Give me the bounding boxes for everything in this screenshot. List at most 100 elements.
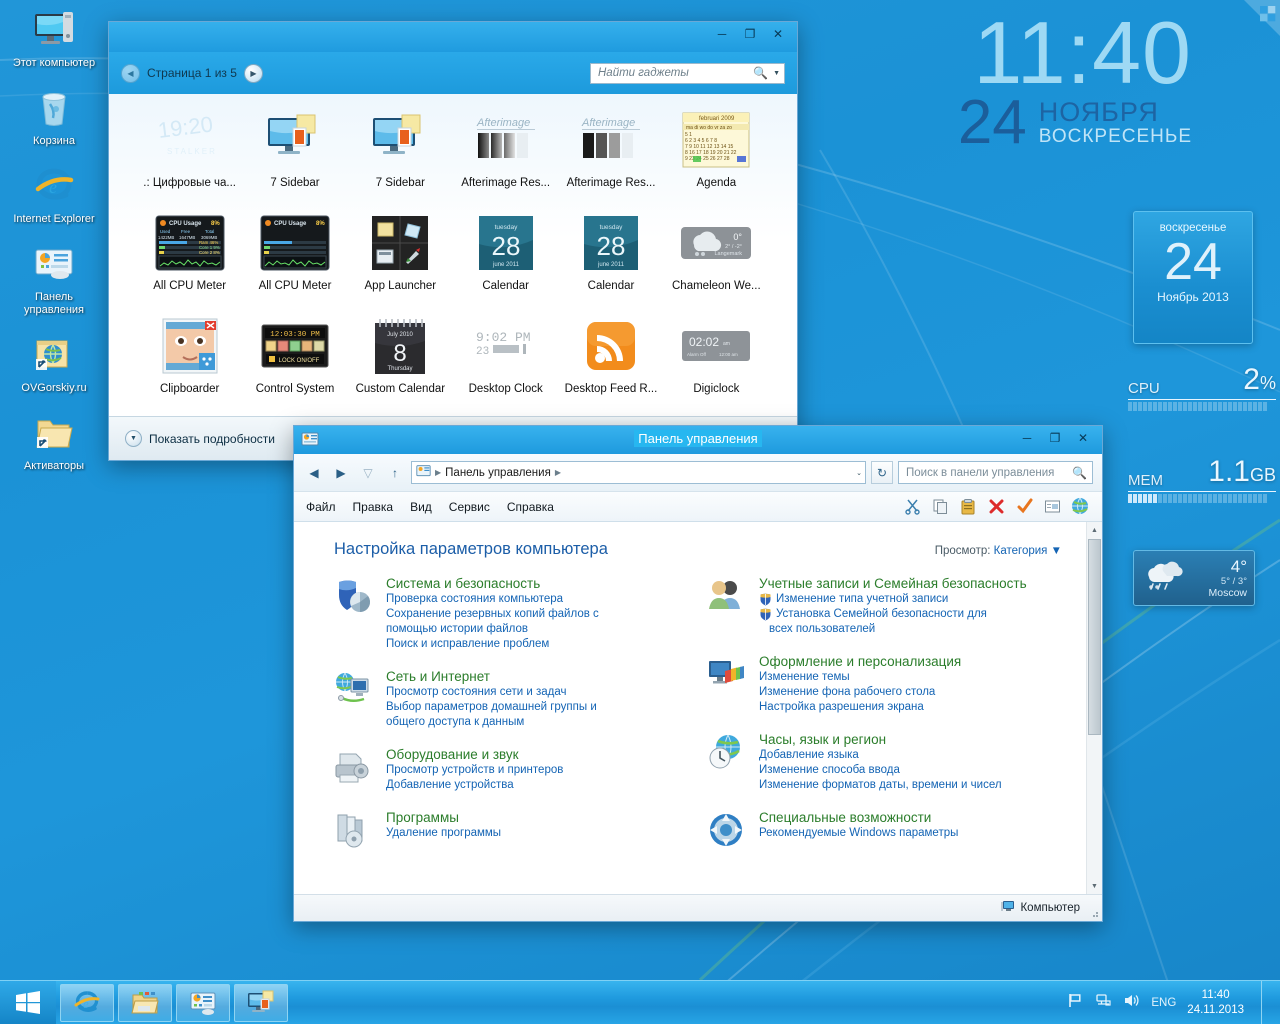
gadget-item[interactable]: Desktop Feed R...: [560, 314, 661, 417]
delete-icon[interactable]: [986, 497, 1006, 517]
gadget-item[interactable]: 7 Sidebar: [350, 108, 451, 211]
category-link[interactable]: Изменение фона рабочего стола: [759, 685, 961, 700]
category-title[interactable]: Система и безопасность: [386, 575, 599, 592]
cpu-meter-gadget[interactable]: CPU 2%: [1128, 366, 1276, 411]
breadcrumb-item[interactable]: Панель управления: [445, 467, 551, 479]
gadget-item[interactable]: 7 Sidebar: [244, 108, 345, 211]
taskbar-clock[interactable]: 11:40 24.11.2013: [1187, 988, 1244, 1018]
category-link[interactable]: Добавление устройства: [386, 778, 563, 793]
chevron-down-icon[interactable]: ▼: [773, 70, 780, 77]
gadget-item[interactable]: 12:03:30 PM LOCK ON/OFF Control S: [244, 314, 345, 417]
refresh-button[interactable]: ↻: [871, 461, 893, 484]
address-dropdown-icon[interactable]: ⌄: [856, 469, 862, 477]
minimize-button[interactable]: ─: [1014, 428, 1040, 448]
category-link[interactable]: всех пользователей: [759, 622, 1027, 637]
category-link[interactable]: Выбор параметров домашней группы и: [386, 700, 597, 715]
desktop-icon-recycle-bin[interactable]: Корзина: [4, 84, 104, 148]
category-title[interactable]: Часы, язык и регион: [759, 731, 1002, 748]
menu-item-view[interactable]: Вид: [410, 500, 432, 514]
menu-item-tools[interactable]: Сервис: [449, 500, 490, 514]
gadget-item[interactable]: 0° 2° / -2° Langemark Chameleon We...: [666, 211, 767, 314]
language-indicator[interactable]: ENG: [1151, 997, 1176, 1009]
category-link[interactable]: Проверка состояния компьютера: [386, 592, 599, 607]
category-link[interactable]: помощью истории файлов: [386, 622, 599, 637]
taskbar-explorer[interactable]: [118, 984, 172, 1022]
category-link[interactable]: Добавление языка: [759, 748, 1002, 763]
start-button[interactable]: [0, 981, 56, 1024]
category-title[interactable]: Специальные возможности: [759, 809, 958, 826]
gadget-item[interactable]: Afterimage Afterimage Res...: [455, 108, 556, 211]
category-link[interactable]: Изменение способа ввода: [759, 763, 1002, 778]
gadget-item[interactable]: februari 2009 ma di wo do vr za zo 5 1 6…: [666, 108, 767, 211]
mem-meter-gadget[interactable]: MEM 1.1GB: [1128, 458, 1276, 503]
gadget-item[interactable]: Clipboarder: [139, 314, 240, 417]
chevron-down-icon[interactable]: ▼: [1051, 545, 1062, 557]
category-link[interactable]: Изменение типа учетной записи: [759, 592, 1027, 607]
control-panel-titlebar[interactable]: Панель управления ─ ❐ ✕: [294, 426, 1102, 454]
category-title[interactable]: Программы: [386, 809, 501, 826]
menu-item-file[interactable]: Файл: [306, 500, 336, 514]
category-title[interactable]: Учетные записи и Семейная безопасность: [759, 575, 1027, 592]
taskbar-internet-explorer[interactable]: e: [60, 984, 114, 1022]
category-link[interactable]: Рекомендуемые Windows параметры: [759, 826, 958, 841]
resize-grip[interactable]: [1088, 907, 1099, 918]
category-title[interactable]: Оборудование и звук: [386, 746, 563, 763]
category-link[interactable]: Изменение форматов даты, времени и чисел: [759, 778, 1002, 793]
menu-item-edit[interactable]: Правка: [353, 500, 394, 514]
show-desktop-button[interactable]: [1261, 981, 1270, 1024]
desktop-icon-activators[interactable]: Активаторы: [4, 409, 104, 473]
show-details-label[interactable]: Показать подробности: [149, 432, 275, 446]
gadget-item[interactable]: CPU Usage 8% All CPU Meter: [244, 211, 345, 314]
gadget-item[interactable]: 02:02 am Alarm Off 12:00 am Digiclock: [666, 314, 767, 417]
desktop-icon-control-panel[interactable]: Панель управления: [4, 240, 104, 317]
desktop-icon-internet-explorer[interactable]: e Internet Explorer: [4, 162, 104, 226]
breadcrumb-separator[interactable]: ▶: [555, 468, 561, 477]
category-link[interactable]: Просмотр устройств и принтеров: [386, 763, 563, 778]
gadget-item[interactable]: 9:02 PM 23 Desktop Clock: [455, 314, 556, 417]
category-link[interactable]: общего доступа к данным: [386, 715, 597, 730]
gadget-item[interactable]: July 2010 8 Thursday Custom Calendar: [350, 314, 451, 417]
close-button[interactable]: ✕: [1070, 428, 1096, 448]
scroll-up-button[interactable]: ▲: [1087, 522, 1102, 538]
control-panel-window[interactable]: Панель управления ─ ❐ ✕ ◀ ▶ ▽ ↑: [293, 425, 1103, 922]
paste-icon[interactable]: [958, 497, 978, 517]
calendar-gadget[interactable]: воскресенье 24 Ноябрь 2013: [1133, 211, 1253, 344]
view-value[interactable]: Категория: [994, 545, 1048, 557]
recent-pages-button[interactable]: ▽: [357, 462, 379, 484]
maximize-button[interactable]: ❐: [737, 24, 763, 44]
next-page-button[interactable]: ▶: [244, 64, 263, 83]
control-panel-search-input[interactable]: Поиск в панели управления 🔍: [898, 461, 1093, 484]
category-link[interactable]: Установка Семейной безопасности для: [759, 607, 1027, 622]
gadget-item[interactable]: Afterimage Afterimage Res...: [560, 108, 661, 211]
desktop-icon-this-computer[interactable]: Этот компьютер: [4, 6, 104, 70]
gadget-item[interactable]: App Launcher: [350, 211, 451, 314]
gadget-gallery-window[interactable]: ─ ❐ ✕ ◀ Страница 1 из 5 ▶ Найти гаджеты …: [108, 21, 798, 461]
category-link[interactable]: Поиск и исправление проблем: [386, 637, 599, 652]
gadget-item[interactable]: 19:20 STALKER .: Цифровые ча...: [139, 108, 240, 211]
scroll-down-button[interactable]: ▼: [1087, 878, 1102, 894]
gadget-gallery-titlebar[interactable]: ─ ❐ ✕: [109, 22, 797, 52]
maximize-button[interactable]: ❐: [1042, 428, 1068, 448]
copy-icon[interactable]: [930, 497, 950, 517]
flag-icon[interactable]: [1067, 992, 1084, 1014]
volume-icon[interactable]: [1123, 992, 1140, 1014]
category-link[interactable]: Изменение темы: [759, 670, 961, 685]
gadget-item[interactable]: tuesday 28 june 2011 Calendar: [560, 211, 661, 314]
up-button[interactable]: ↑: [384, 462, 406, 484]
category-link[interactable]: Настройка разрешения экрана: [759, 700, 961, 715]
category-link[interactable]: Просмотр состояния сети и задач: [386, 685, 597, 700]
address-bar[interactable]: ▶ Панель управления ▶ ⌄: [411, 461, 866, 484]
network-icon[interactable]: [1095, 992, 1112, 1014]
rename-icon[interactable]: [1042, 497, 1062, 517]
menu-item-help[interactable]: Справка: [507, 500, 554, 514]
gadget-item[interactable]: CPU Usage 8% UsedFreeTotal 1422MB1647MB3…: [139, 211, 240, 314]
close-button[interactable]: ✕: [765, 24, 791, 44]
taskbar-control-panel[interactable]: [176, 984, 230, 1022]
category-link[interactable]: Удаление программы: [386, 826, 501, 841]
category-title[interactable]: Оформление и персонализация: [759, 653, 961, 670]
back-button[interactable]: ◀: [303, 462, 325, 484]
chevron-down-icon[interactable]: ▼: [125, 430, 142, 447]
category-link[interactable]: Сохранение резервных копий файлов с: [386, 607, 599, 622]
taskbar-gadgets[interactable]: [234, 984, 288, 1022]
prev-page-button[interactable]: ◀: [121, 64, 140, 83]
